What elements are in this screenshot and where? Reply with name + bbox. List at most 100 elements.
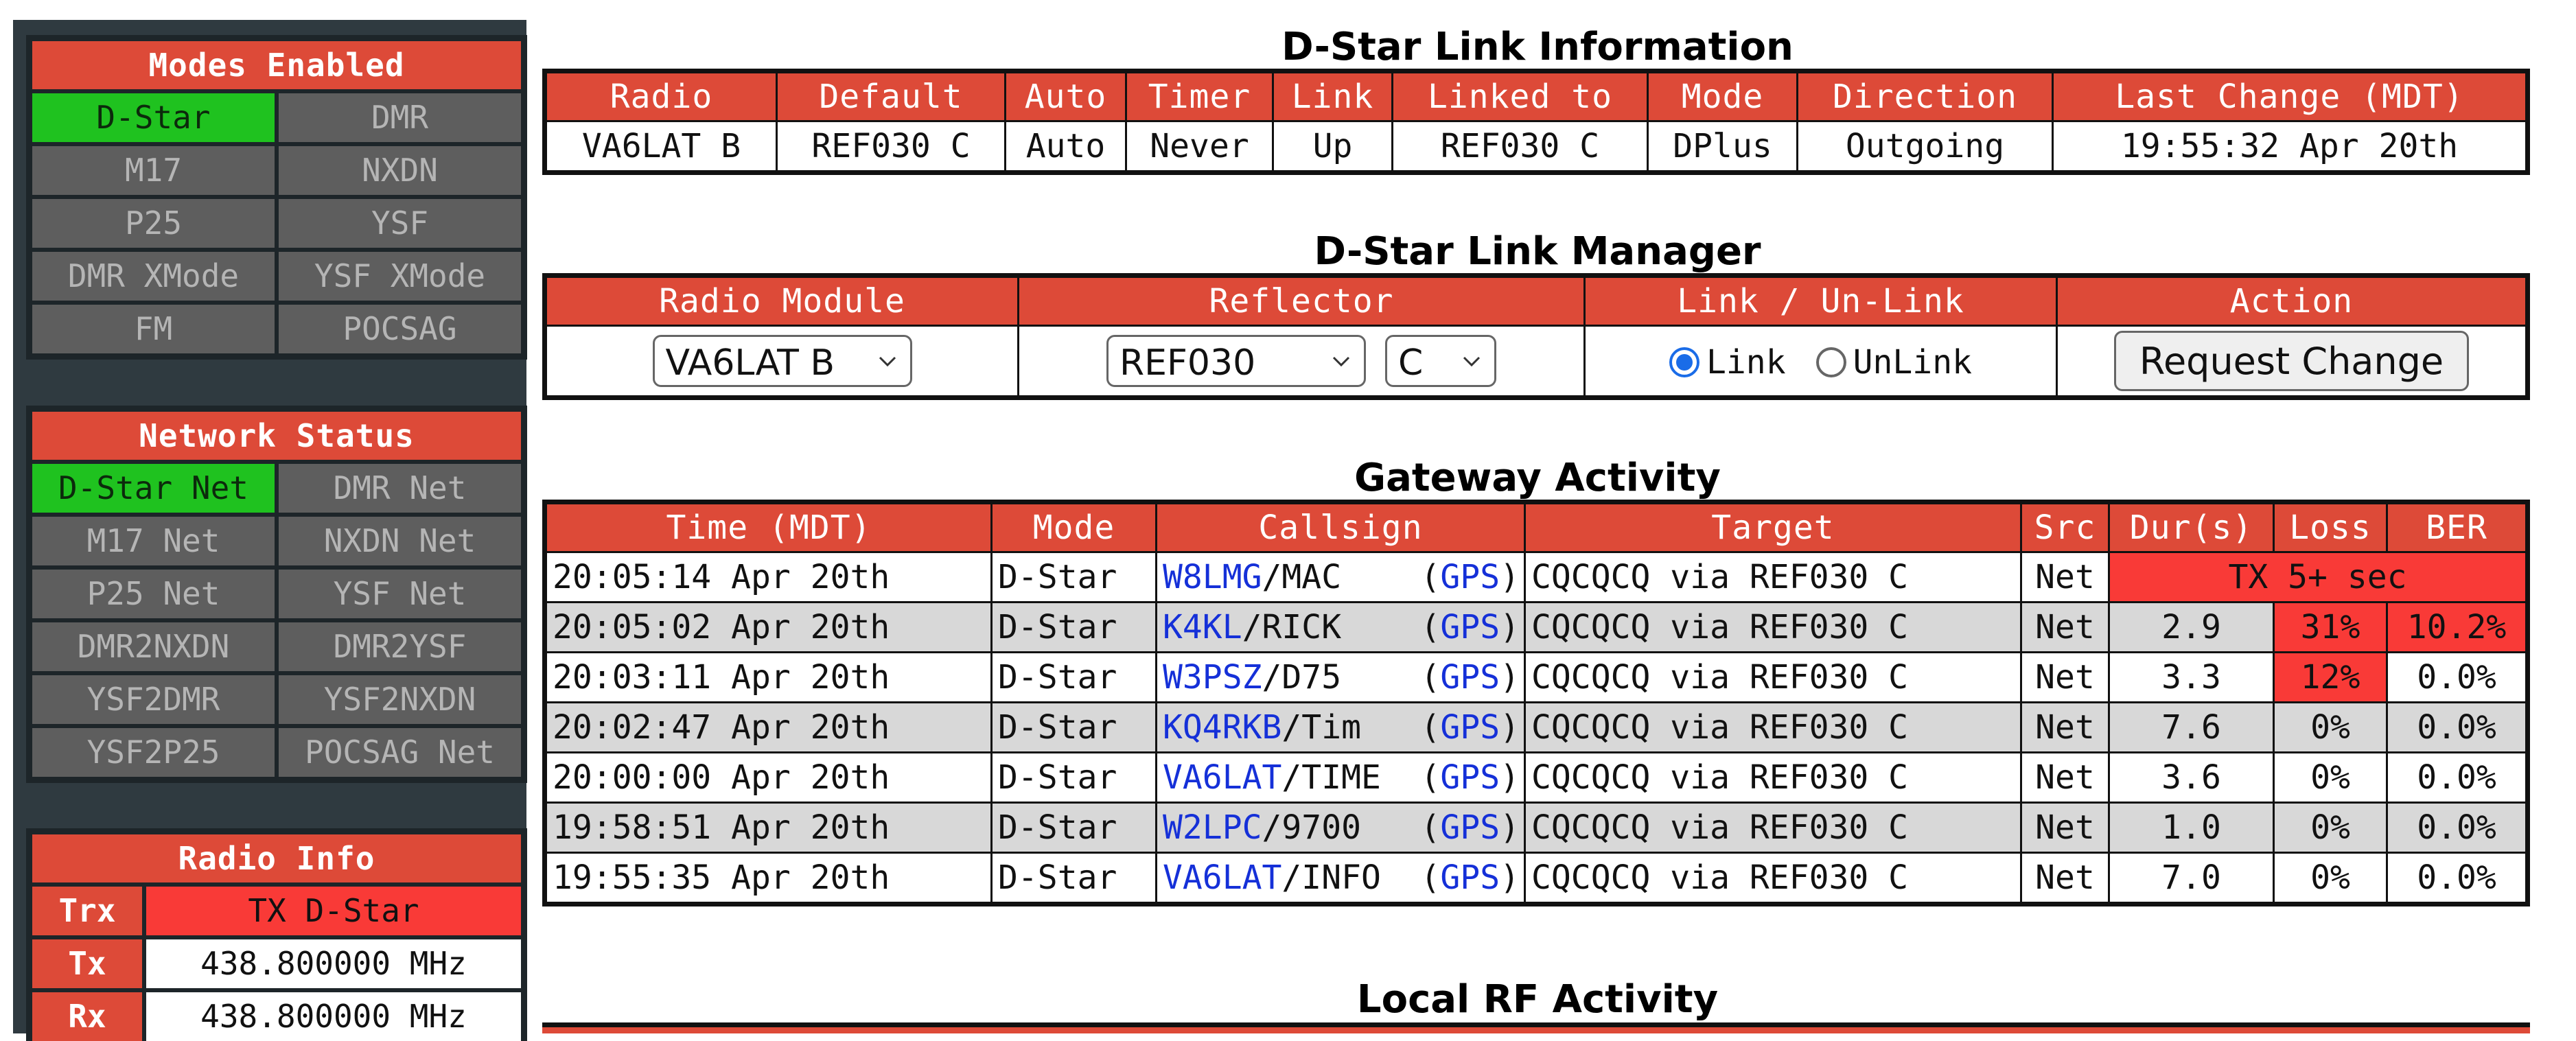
link-info-direction-value: Outgoing (1796, 120, 2054, 174)
link-info-auto-value: Auto (1004, 120, 1127, 174)
mode-dmr: DMR (279, 93, 521, 142)
header-loss: Loss (2273, 501, 2388, 553)
table-row: 19:58:51 Apr 20th D-Star W2LPC/9700 (GPS) CQ… (544, 802, 2529, 854)
unlink-radio[interactable] (1815, 347, 1846, 377)
modes-enabled-title: Modes Enabled (32, 41, 521, 89)
mode-cell: D-Star (990, 601, 1157, 653)
src-cell: Net (2020, 701, 2110, 753)
network-status-panel: Network Status D-Star Net DMR Net M17 Net N… (26, 406, 527, 783)
sidebar: Modes Enabled D-Star DMR M17 NXDN P25 YSF DMR … (13, 20, 527, 1041)
network-dmr-net: DMR Net (279, 464, 521, 513)
module-value: C (1398, 342, 1424, 384)
network-ysf-net: YSF Net (279, 570, 521, 618)
link-info-last-change-mdt-value: 19:55:32 Apr 20th (2052, 120, 2529, 174)
gps-link-wrapper: (GPS) (1420, 558, 1520, 596)
callsign-link[interactable]: W8LMG (1163, 558, 1262, 596)
tx-status-cell: TX 5+ sec (2108, 551, 2529, 603)
trx-value: TX D-Star (146, 887, 521, 935)
src-cell: Net (2020, 551, 2110, 603)
mode-fm: FM (32, 305, 275, 353)
network-ysf2dmr: YSF2DMR (32, 675, 275, 724)
link-info-default-value: REF030 C (776, 120, 1006, 174)
callsign-link[interactable]: W2LPC (1163, 808, 1262, 847)
network-nxdn-net: NXDN Net (279, 517, 521, 565)
gateway-activity-table: Time (MDT) Mode Callsign Target Src Dur(s) Los… (542, 500, 2530, 907)
table-row: 19:55:35 Apr 20th D-Star VA6LAT/INFO (GPS) C… (544, 852, 2529, 905)
gps-link[interactable]: GPS (1440, 658, 1500, 697)
mode-cell: D-Star (990, 651, 1157, 703)
loss-cell: 31% (2273, 601, 2388, 653)
time-cell: 20:02:47 Apr 20th (544, 701, 993, 753)
network-p25-net: P25 Net (32, 570, 275, 618)
header-radio: Radio (544, 70, 778, 122)
header-direction: Direction (1796, 70, 2054, 122)
reflector-cell: REF030 C (1017, 325, 1586, 399)
callsign-link[interactable]: VA6LAT (1163, 758, 1281, 797)
gps-link[interactable]: GPS (1440, 758, 1500, 797)
mode-dmr-xmode: DMR XMode (32, 252, 275, 301)
network-grid: D-Star Net DMR Net M17 Net NXDN Net P25 Net Y… (32, 464, 521, 777)
gps-link[interactable]: GPS (1440, 608, 1500, 646)
request-change-button[interactable]: Request Change (2113, 331, 2470, 391)
callsign-link[interactable]: KQ4RKB (1163, 708, 1281, 747)
gps-link[interactable]: GPS (1440, 858, 1500, 897)
modes-enabled-panel: Modes Enabled D-Star DMR M17 NXDN P25 YSF DMR … (26, 35, 527, 360)
callsign-cell: KQ4RKB/Tim (GPS) (1155, 701, 1526, 753)
src-cell: Net (2020, 852, 2110, 905)
link-radio[interactable] (1669, 347, 1699, 377)
network-dmr2nxdn: DMR2NXDN (32, 622, 275, 671)
mode-ysf: YSF (279, 199, 521, 248)
gateway-rows: 20:05:14 Apr 20th D-Star W8LMG/MAC (GPS) CQC… (544, 551, 2529, 905)
callsign-link[interactable]: K4KL (1163, 608, 1242, 646)
gps-link-wrapper: (GPS) (1420, 608, 1520, 646)
table-row: 20:00:00 Apr 20th D-Star VA6LAT/TIME (GPS) C… (544, 751, 2529, 804)
ber-cell: 0.0% (2386, 701, 2529, 753)
radio-module-select[interactable]: VA6LAT B (652, 335, 912, 387)
duration-cell: 3.3 (2108, 651, 2275, 703)
src-cell: Net (2020, 802, 2110, 854)
link-info-link-value: Up (1272, 120, 1393, 174)
callsign-link[interactable]: VA6LAT (1163, 858, 1281, 897)
ber-cell: 0.0% (2386, 651, 2529, 703)
ber-cell: 0.0% (2386, 852, 2529, 905)
mode-ysf-xmode: YSF XMode (279, 252, 521, 301)
module-select[interactable]: C (1385, 335, 1496, 387)
mode-m17: M17 (32, 146, 275, 195)
target-cell: CQCQCQ via REF030 C (1524, 551, 2022, 603)
header-callsign: Callsign (1155, 501, 1526, 553)
callsign-cell: W3PSZ/D75 (GPS) (1155, 651, 1526, 703)
modes-grid: D-Star DMR M17 NXDN P25 YSF DMR XMode YSF XMode… (32, 93, 521, 353)
link-info-radio-value: VA6LAT B (544, 120, 778, 174)
loss-cell: 0% (2273, 751, 2388, 804)
time-cell: 20:03:11 Apr 20th (544, 651, 993, 703)
time-cell: 20:05:02 Apr 20th (544, 601, 993, 653)
header-mode: Mode (1647, 70, 1798, 122)
duration-cell: 7.6 (2108, 701, 2275, 753)
rx-label: Rx (32, 992, 142, 1041)
gateway-activity-title: Gateway Activity (1354, 456, 1721, 500)
gps-link[interactable]: GPS (1440, 808, 1500, 847)
callsign-suffix: /INFO (1281, 858, 1381, 897)
time-cell: 19:55:35 Apr 20th (544, 852, 993, 905)
gps-link[interactable]: GPS (1440, 558, 1500, 596)
network-pocsag-net: POCSAG Net (279, 728, 521, 777)
table-row: 20:02:47 Apr 20th D-Star KQ4RKB/Tim (GPS) CQ… (544, 701, 2529, 753)
reflector-value: REF030 (1119, 342, 1256, 384)
header-action: Action (2056, 274, 2529, 327)
header-dur-s: Dur(s) (2108, 501, 2275, 553)
network-ysf2p25: YSF2P25 (32, 728, 275, 777)
header-link-unlink: Link / Un-Link (1583, 274, 2058, 327)
radio-info-panel: Radio Info Trx TX D-Star Tx 438.800000 M… (26, 828, 527, 1041)
target-cell: CQCQCQ via REF030 C (1524, 601, 2022, 653)
table-row: 20:05:14 Apr 20th D-Star W8LMG/MAC (GPS) CQC… (544, 551, 2529, 603)
header-linked-to: Linked to (1391, 70, 1649, 122)
reflector-select[interactable]: REF030 (1106, 335, 1366, 387)
header-src: Src (2020, 501, 2110, 553)
table-row: 20:03:11 Apr 20th D-Star W3PSZ/D75 (GPS) CQC… (544, 651, 2529, 703)
callsign-suffix: /D75 (1262, 658, 1342, 697)
duration-cell: 3.6 (2108, 751, 2275, 804)
time-cell: 19:58:51 Apr 20th (544, 802, 993, 854)
callsign-link[interactable]: W3PSZ (1163, 658, 1262, 697)
mode-nxdn: NXDN (279, 146, 521, 195)
gps-link[interactable]: GPS (1440, 708, 1500, 747)
